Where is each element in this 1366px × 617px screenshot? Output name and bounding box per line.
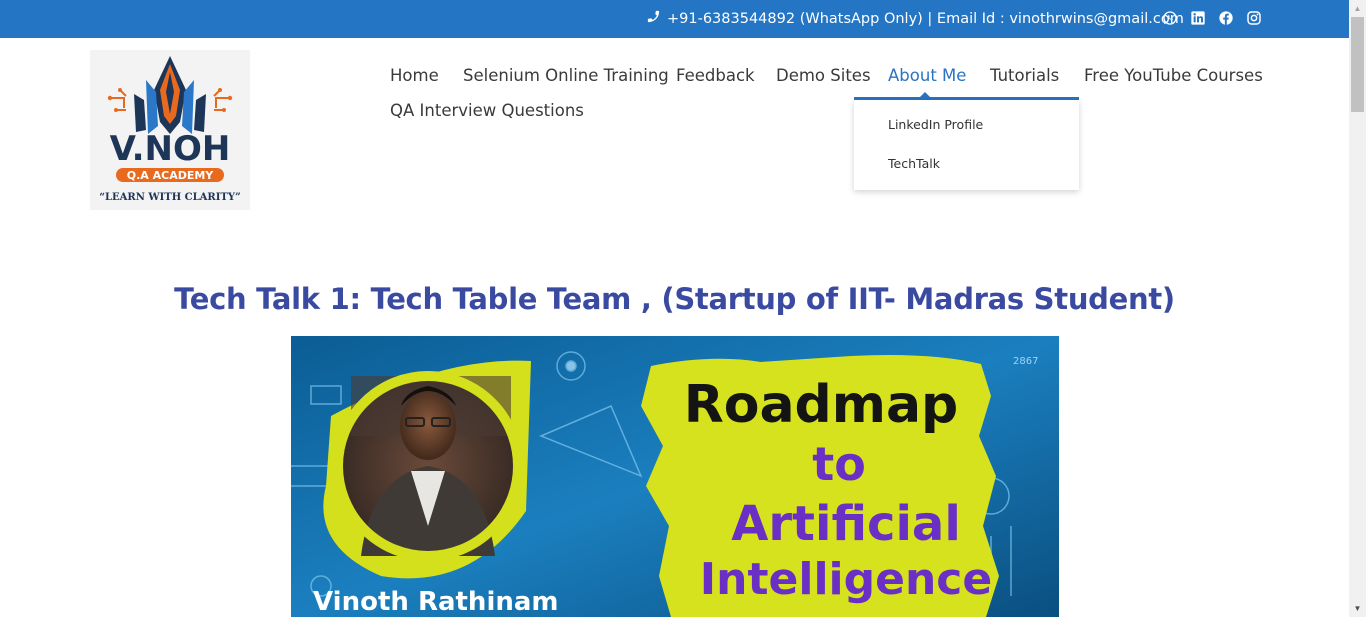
nav-qa-interview-questions[interactable]: QA Interview Questions: [390, 101, 584, 120]
dropdown-item-techtalk[interactable]: TechTalk: [888, 156, 940, 171]
nav-tutorials[interactable]: Tutorials: [990, 66, 1059, 85]
feature-line-artificial: Artificial: [731, 496, 961, 552]
whatsapp-icon[interactable]: [1162, 10, 1178, 26]
facebook-icon[interactable]: [1218, 10, 1234, 26]
top-contact-bar: +91-6383544892 (WhatsApp Only) | Email I…: [0, 0, 1349, 38]
contact-info: +91-6383544892 (WhatsApp Only) | Email I…: [646, 9, 1184, 28]
nav-selenium-online-training[interactable]: Selenium Online Training: [463, 66, 669, 85]
phone-icon: [646, 9, 661, 28]
about-me-dropdown: LinkedIn Profile TechTalk: [854, 100, 1079, 190]
nav-demo-sites[interactable]: Demo Sites: [776, 66, 871, 85]
logo-tagline: “LEARN WITH CLARITY”: [99, 192, 240, 203]
dropdown-item-linkedin-profile[interactable]: LinkedIn Profile: [888, 117, 983, 132]
nav-free-youtube-courses[interactable]: Free YouTube Courses: [1084, 66, 1263, 85]
feature-line-to: to: [812, 437, 866, 491]
scroll-up-arrow-icon[interactable]: ▲: [1349, 0, 1366, 17]
contact-text[interactable]: +91-6383544892 (WhatsApp Only) | Email I…: [667, 11, 1184, 27]
nav-about-me[interactable]: About Me: [888, 66, 966, 85]
page-scrollbar[interactable]: ▲ ▼: [1349, 0, 1366, 617]
logo-sub-text: Q.A ACADEMY: [127, 169, 215, 182]
page-title: Tech Talk 1: Tech Table Team , (Startup …: [174, 282, 1175, 316]
scroll-thumb[interactable]: [1351, 17, 1364, 112]
site-logo[interactable]: V.NOH Q.A ACADEMY “LEARN WITH CLARITY”: [90, 50, 250, 210]
nav-home[interactable]: Home: [390, 66, 439, 85]
corner-number: 2867: [1013, 356, 1038, 367]
nav-feedback[interactable]: Feedback: [676, 66, 755, 85]
speaker-name: Vinoth Rathinam: [313, 587, 559, 617]
featured-image[interactable]: 2867 Vinoth Rathinam Roadmap to Artifici…: [291, 336, 1059, 617]
instagram-icon[interactable]: [1246, 10, 1262, 26]
scroll-down-arrow-icon[interactable]: ▼: [1349, 600, 1366, 617]
logo-brand-text: V.NOH: [110, 129, 231, 169]
linkedin-icon[interactable]: [1190, 10, 1206, 26]
social-links: [1162, 10, 1262, 26]
feature-line-roadmap: Roadmap: [684, 375, 959, 435]
feature-line-intelligence: Intelligence: [700, 554, 992, 605]
